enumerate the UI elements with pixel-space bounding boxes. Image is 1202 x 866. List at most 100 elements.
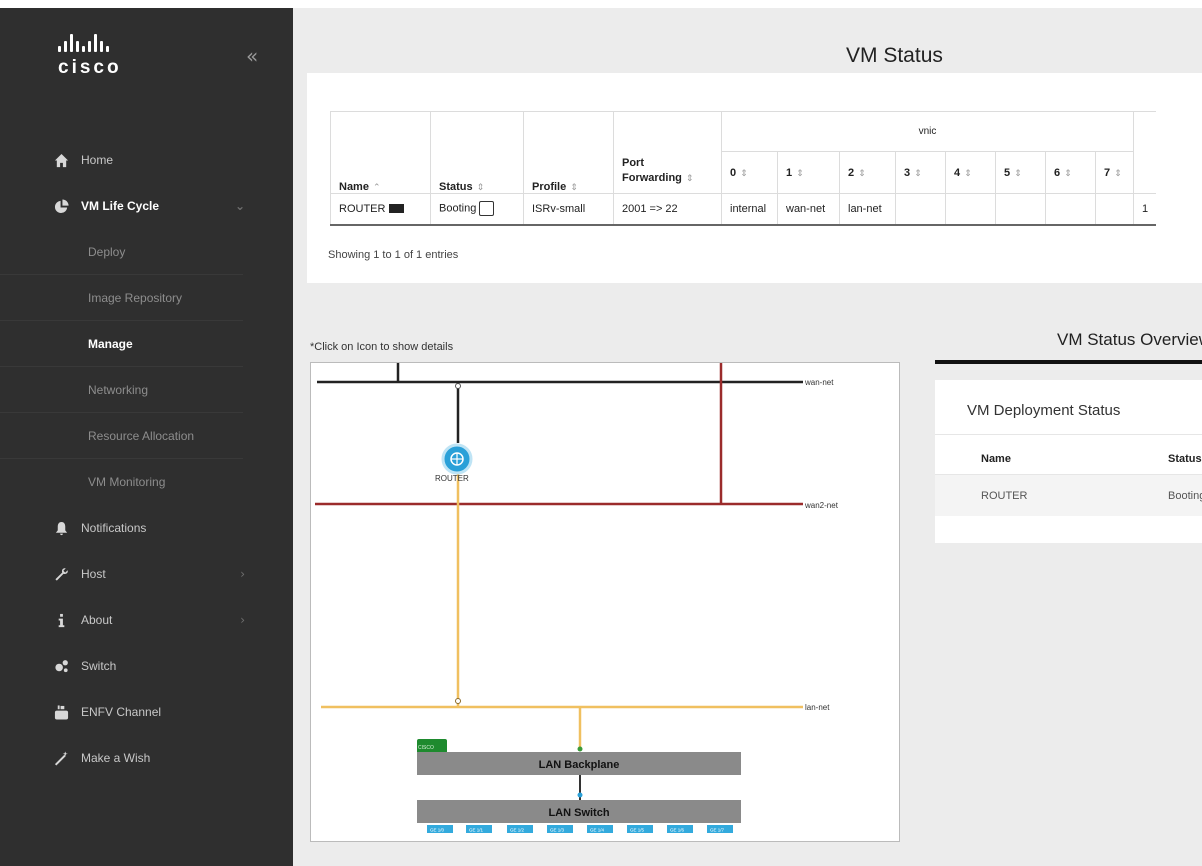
sidebar-item-label: Home xyxy=(81,153,114,167)
sidebar-subitem-deploy[interactable]: Deploy xyxy=(0,229,243,275)
sort-asc-icon: ⌃ xyxy=(372,182,381,192)
vnic-col-5[interactable]: 5 ⇕ xyxy=(995,151,1046,194)
sidebar-subitem-image-repository[interactable]: Image Repository xyxy=(0,275,243,321)
cisco-logo-bars xyxy=(58,34,122,52)
topology-diagram: wan-net wan2-net lan-net ROUTER CISCO LA… xyxy=(310,362,900,842)
vm-status-overview-title: VM Status Overview xyxy=(1057,330,1202,349)
cell-vnic-5 xyxy=(995,193,1046,226)
sidebar-subitem-manage[interactable]: Manage xyxy=(0,321,243,367)
router-label: ROUTER xyxy=(435,474,469,483)
info-icon xyxy=(53,612,69,628)
cisco-logo-text: cisco xyxy=(58,57,122,78)
vm-deployment-status-panel: VM Deployment Status Name Status ROUTER … xyxy=(935,380,1202,543)
vnic-col-6[interactable]: 6 ⇕ xyxy=(1045,151,1096,194)
cell-vnic-2: lan-net xyxy=(839,193,896,226)
sidebar-nav: Home VM Life Cycle ⌄ Deploy Image Reposi… xyxy=(0,137,293,781)
cell-name: ROUTER xyxy=(330,193,431,226)
sidebar-item-home[interactable]: Home xyxy=(0,137,293,183)
vm-status-table: Name ⌃ Status ⇕ Profile ⇕ Port Forwarding ⇕ … xyxy=(330,111,1157,226)
cell-vnic-4 xyxy=(945,193,996,226)
vnic-col-0[interactable]: 0 ⇕ xyxy=(721,151,778,194)
switch-port-label: GE 1/7 xyxy=(710,828,725,833)
col-header-extra xyxy=(1133,111,1157,194)
sidebar-subitem-vm-monitoring[interactable]: VM Monitoring xyxy=(0,459,243,505)
switch-uplink-port xyxy=(577,792,583,798)
col-header-status[interactable]: Status ⇕ xyxy=(430,111,524,194)
cell-vnic-3 xyxy=(895,193,946,226)
col-header-vnic: vnic xyxy=(721,111,1134,152)
bell-icon xyxy=(53,520,69,536)
router-wan-port xyxy=(455,383,461,389)
sort-icon: ⇕ xyxy=(964,167,972,178)
cell-vnic-6 xyxy=(1045,193,1096,226)
sort-icon: ⇕ xyxy=(796,167,804,178)
magic-wand-icon xyxy=(53,750,69,766)
deployment-status-title: VM Deployment Status xyxy=(967,402,1121,419)
page-title: VM Status xyxy=(846,44,943,67)
sidebar-item-switch[interactable]: Switch xyxy=(0,643,293,689)
vnic-col-2[interactable]: 2 ⇕ xyxy=(839,151,896,194)
switch-port-label: GE 1/3 xyxy=(550,828,565,833)
vnic-col-1[interactable]: 1 ⇕ xyxy=(777,151,840,194)
cell-vnic-0: internal xyxy=(721,193,778,226)
router-lan-port xyxy=(455,698,461,704)
sidebar-item-notifications[interactable]: Notifications xyxy=(0,505,293,551)
cisco-device-label: CISCO xyxy=(418,745,434,751)
sidebar-top-strip xyxy=(0,0,293,8)
lan-switch-label: LAN Switch xyxy=(548,807,609,819)
cell-vnic-7 xyxy=(1095,193,1134,226)
sidebar-item-label: VM Life Cycle xyxy=(81,199,160,213)
deployment-cell-name: ROUTER xyxy=(981,490,1028,502)
sort-icon: ⇕ xyxy=(570,182,578,192)
sort-icon: ⇕ xyxy=(1114,167,1122,178)
vnic-col-3[interactable]: 3 ⇕ xyxy=(895,151,946,194)
topology-svg: wan-net wan2-net lan-net ROUTER CISCO LA… xyxy=(315,363,839,833)
switch-port-label: GE 1/5 xyxy=(630,828,645,833)
sidebar-item-make-a-wish[interactable]: Make a Wish xyxy=(0,735,293,781)
main-content: VM Status Name ⌃ Status ⇕ Profile ⇕ Port Fo… xyxy=(293,0,1202,866)
topology-note: *Click on Icon to show details xyxy=(310,341,454,353)
sidebar-subitem-resource-allocation[interactable]: Resource Allocation xyxy=(0,413,243,459)
vnic-col-7[interactable]: 7 ⇕ xyxy=(1095,151,1134,194)
cisco-logo[interactable]: cisco xyxy=(58,34,122,79)
chevron-right-icon: › xyxy=(240,567,245,581)
switch-port-label: GE 1/4 xyxy=(590,828,605,833)
cell-port-forwarding: 2001 => 22 xyxy=(613,193,722,226)
vnic-col-4[interactable]: 4 ⇕ xyxy=(945,151,996,194)
boot-status-icon[interactable] xyxy=(479,201,495,217)
sidebar-item-host[interactable]: Host › xyxy=(0,551,293,597)
sidebar-item-label: Make a Wish xyxy=(81,751,151,765)
vm-status-panel: Name ⌃ Status ⇕ Profile ⇕ Port Forwarding ⇕ … xyxy=(307,73,1202,283)
table-row: ROUTER Booting xyxy=(935,474,1202,516)
pie-chart-icon xyxy=(53,198,69,214)
sidebar: cisco « Home VM Life Cycle ⌄ Deploy Imag… xyxy=(0,0,293,866)
cell-profile: ISRv-small xyxy=(523,193,614,226)
wan-net-label: wan-net xyxy=(804,378,834,387)
sidebar-item-vm-life-cycle[interactable]: VM Life Cycle ⌄ xyxy=(0,183,293,229)
console-icon[interactable] xyxy=(389,204,405,214)
col-header-port-forwarding[interactable]: Port Forwarding ⇕ xyxy=(613,111,722,194)
backplane-port xyxy=(577,746,583,752)
router-icon[interactable] xyxy=(441,443,473,475)
chevron-down-icon: ⌄ xyxy=(234,199,245,213)
youtube-icon xyxy=(53,704,69,720)
sidebar-subitem-networking[interactable]: Networking xyxy=(0,367,243,413)
col-header-name[interactable]: Name ⌃ xyxy=(330,111,431,194)
table-row: ROUTER Booting ISRv-small 2001 => 22 int… xyxy=(330,193,1157,226)
cell-extra: 1 xyxy=(1133,193,1157,226)
switch-port-label: GE 1/2 xyxy=(510,828,525,833)
table-info: Showing 1 to 1 of 1 entries xyxy=(328,249,459,261)
sidebar-item-enfv-channel[interactable]: ENFV Channel xyxy=(0,689,293,735)
col-header-profile[interactable]: Profile ⇕ xyxy=(523,111,614,194)
switch-port-label: GE 1/1 xyxy=(469,828,484,833)
sidebar-item-label: Notifications xyxy=(81,521,147,535)
home-icon xyxy=(53,152,69,168)
lan-net-label: lan-net xyxy=(805,703,830,712)
sidebar-item-about[interactable]: About › xyxy=(0,597,293,643)
sort-icon: ⇕ xyxy=(476,182,485,192)
sort-icon: ⇕ xyxy=(914,167,922,178)
collapse-sidebar-icon[interactable]: « xyxy=(246,44,258,68)
sort-icon: ⇕ xyxy=(858,167,866,178)
main-top-strip xyxy=(293,0,1202,8)
deployment-cell-status: Booting xyxy=(1168,490,1202,502)
